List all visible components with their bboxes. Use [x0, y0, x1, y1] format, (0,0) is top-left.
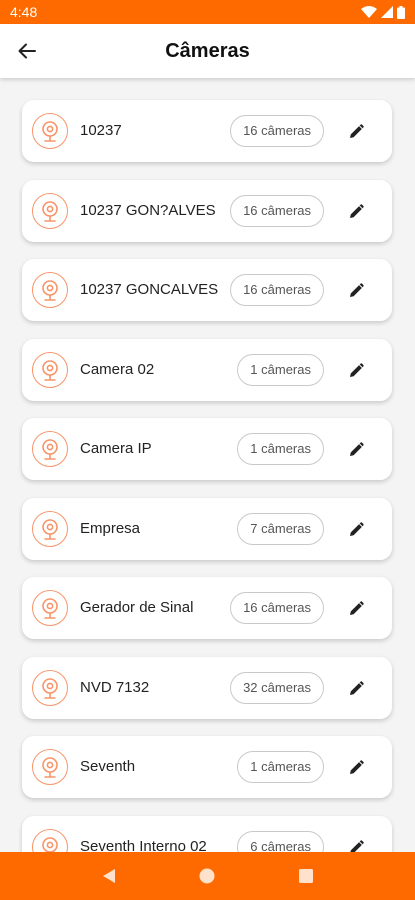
webcam-icon [32, 749, 68, 785]
webcam-icon [32, 510, 68, 547]
webcam-icon [32, 272, 68, 308]
camera-name: 10237 GON?ALVES [80, 201, 216, 219]
battery-icon [397, 5, 405, 19]
camera-count-badge: 16 câmeras [230, 115, 324, 147]
camera-list-item[interactable]: Camera 02 1 câmeras [22, 338, 392, 401]
webcam-icon [32, 351, 68, 388]
camera-count-badge: 1 câmeras [237, 433, 324, 465]
pencil-icon [350, 203, 364, 218]
nav-home-button[interactable] [187, 856, 227, 896]
camera-list-item[interactable]: Seventh Interno 02 6 câmeras [22, 815, 392, 853]
status-icons [361, 5, 405, 19]
pencil-icon [350, 442, 364, 456]
camera-name: Camera 02 [80, 360, 155, 378]
camera-list-item[interactable]: Camera IP 1 câmeras [22, 418, 392, 480]
recents-square-icon [298, 869, 313, 883]
camera-count-badge: 32 câmeras [230, 671, 324, 704]
camera-name: Seventh [80, 758, 136, 775]
camera-name: Seventh Interno 02 [80, 837, 207, 853]
camera-name: 10237 [80, 122, 122, 139]
edit-button[interactable] [344, 277, 370, 303]
wifi-icon [361, 6, 377, 18]
camera-name: Empresa [80, 519, 141, 537]
edit-button[interactable] [344, 357, 370, 383]
pencil-icon [350, 283, 364, 297]
edit-button[interactable] [344, 595, 370, 621]
camera-list-item[interactable]: NVD 7132 32 câmeras [22, 656, 392, 719]
webcam-icon [32, 431, 68, 467]
camera-count-badge: 1 câmeras [237, 353, 324, 386]
screen: 4:48 Câmeras 10237 16 câmeras 10237 GON?AL… [0, 0, 415, 900]
camera-name: Camera IP [80, 440, 152, 457]
camera-list[interactable]: 10237 16 câmeras 10237 GON?ALVES 16 câmeras… [0, 78, 415, 852]
pencil-icon [350, 760, 364, 774]
camera-list-item[interactable]: Seventh 1 câmeras [22, 736, 392, 798]
camera-list-item[interactable]: 10237 GON?ALVES 16 câmeras [22, 179, 392, 242]
edit-button[interactable] [344, 118, 370, 144]
edit-button[interactable] [344, 834, 370, 852]
pencil-icon [350, 362, 364, 377]
webcam-icon [32, 192, 68, 229]
status-time: 4:48 [10, 4, 38, 20]
camera-list-item[interactable]: 10237 16 câmeras [22, 100, 392, 162]
webcam-icon [32, 590, 68, 626]
camera-count-badge: 1 câmeras [237, 751, 324, 783]
camera-count-badge: 7 câmeras [237, 512, 324, 545]
edit-button[interactable] [344, 675, 370, 701]
back-triangle-icon [103, 869, 116, 883]
edit-button[interactable] [344, 516, 370, 542]
camera-name: Gerador de Sinal [80, 599, 194, 616]
home-circle-icon [199, 868, 215, 884]
app-bar: Câmeras [0, 24, 415, 78]
pencil-icon [350, 521, 364, 536]
system-nav-bar [0, 852, 415, 900]
camera-count-badge: 16 câmeras [230, 194, 324, 227]
arrow-left-icon [18, 43, 36, 59]
webcam-icon [32, 828, 68, 852]
nav-recents-button[interactable] [286, 856, 326, 896]
signal-icon [381, 6, 393, 18]
camera-count-badge: 16 câmeras [230, 592, 324, 624]
camera-name: NVD 7132 [80, 678, 150, 696]
camera-list-item[interactable]: 10237 GONCALVES 16 câmeras [22, 259, 392, 321]
pencil-icon [350, 839, 364, 852]
page-title: Câmeras [165, 39, 250, 62]
nav-back-button[interactable] [89, 856, 129, 896]
camera-count-badge: 16 câmeras [230, 274, 324, 306]
edit-button[interactable] [344, 436, 370, 462]
pencil-icon [350, 601, 364, 615]
edit-button[interactable] [344, 754, 370, 780]
status-bar: 4:48 [0, 0, 415, 24]
back-button[interactable] [10, 34, 44, 68]
camera-list-item[interactable]: Gerador de Sinal 16 câmeras [22, 577, 392, 639]
webcam-icon [32, 113, 68, 149]
camera-name: 10237 GONCALVES [80, 281, 219, 298]
edit-button[interactable] [344, 198, 370, 224]
camera-list-item[interactable]: Empresa 7 câmeras [22, 497, 392, 560]
camera-count-badge: 6 câmeras [237, 830, 324, 852]
webcam-icon [32, 669, 68, 706]
pencil-icon [350, 124, 364, 138]
pencil-icon [350, 680, 364, 695]
